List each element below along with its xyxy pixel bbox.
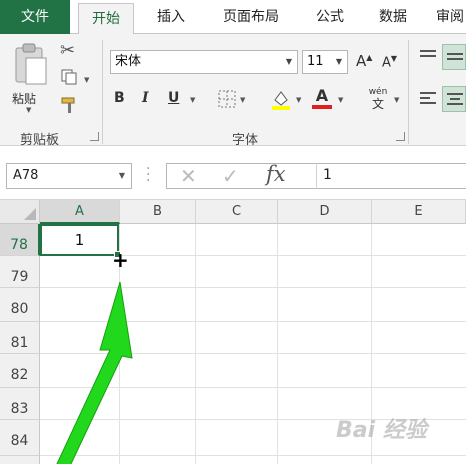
grow-font-button[interactable]: A▲ <box>356 52 372 70</box>
align-center-icon[interactable] <box>442 86 466 112</box>
paste-label: 粘贴 <box>12 92 37 106</box>
tab-review[interactable]: 审阅 <box>436 0 466 34</box>
tab-formulas[interactable]: 公式 <box>305 0 355 34</box>
chevron-down-icon[interactable]: ▼ <box>394 96 399 104</box>
format-painter-icon[interactable] <box>60 96 80 118</box>
phonetic-sub-label: 文 <box>371 97 384 111</box>
chevron-down-icon: ▼ <box>285 57 293 66</box>
ribbon-tab-bar: 文件 开始 插入 页面布局 公式 数据 审阅 <box>0 0 466 35</box>
enter-icon[interactable]: ✓ <box>222 164 239 188</box>
chevron-down-icon: ▼ <box>118 171 125 180</box>
formula-bar: A78 ▼ · · · ✕ ✓ fx 1 <box>0 146 466 200</box>
tab-data[interactable]: 数据 <box>368 0 418 34</box>
phonetic-guide-button[interactable]: wén 文 <box>366 86 390 110</box>
font-size-dropdown[interactable]: 11 ▼ <box>302 50 348 74</box>
align-top-icon[interactable] <box>418 48 438 70</box>
chevron-down-icon[interactable]: ▼ <box>240 96 245 104</box>
border-icon[interactable] <box>218 90 236 112</box>
bold-button[interactable]: B <box>114 90 125 106</box>
tab-home[interactable]: 开始 <box>78 3 134 35</box>
chevron-down-icon[interactable]: ▼ <box>84 76 89 84</box>
cancel-icon[interactable]: ✕ <box>180 164 197 188</box>
align-middle-icon[interactable] <box>442 44 466 70</box>
tab-insert[interactable]: 插入 <box>146 0 196 34</box>
insert-function-icon[interactable]: fx <box>266 162 286 186</box>
italic-button[interactable]: I <box>142 90 149 106</box>
tab-file[interactable]: 文件 <box>0 0 70 34</box>
tab-page-layout[interactable]: 页面布局 <box>208 0 294 34</box>
font-name-dropdown[interactable]: 宋体 ▼ <box>110 50 298 74</box>
font-name-value: 宋体 <box>115 54 142 69</box>
name-box[interactable]: A78 ▼ <box>6 163 132 189</box>
fill-color-icon[interactable] <box>270 88 292 114</box>
clipboard-launcher-icon[interactable] <box>90 132 99 141</box>
underline-button[interactable]: U <box>168 90 179 106</box>
align-left-icon[interactable] <box>418 90 438 112</box>
cut-icon[interactable]: ✂ <box>60 40 75 61</box>
watermark-text: Bai 经验 <box>336 418 427 443</box>
font-launcher-icon[interactable] <box>396 132 405 141</box>
shrink-font-button[interactable]: A▼ <box>382 54 397 70</box>
font-size-value: 11 <box>307 54 324 69</box>
copy-icon[interactable] <box>60 68 78 90</box>
chevron-down-icon[interactable]: ▼ <box>338 96 343 104</box>
more-options-icon[interactable]: · · · <box>146 162 150 188</box>
paste-icon <box>15 43 47 85</box>
chevron-down-icon[interactable]: ▼ <box>190 96 195 104</box>
group-separator <box>408 40 409 144</box>
formula-input[interactable]: 1 <box>316 163 466 189</box>
chevron-down-icon: ▼ <box>335 57 343 66</box>
group-separator <box>102 40 103 144</box>
name-box-value: A78 <box>13 168 39 183</box>
ribbon-home-panel: 粘贴 ▼ ✂ ▼ 剪贴板 宋体 ▼ 11 ▼ A▲ A▼ B I U ▼ ▼ ▼… <box>0 34 466 148</box>
chevron-down-icon: ▼ <box>26 106 32 114</box>
paste-button[interactable]: 粘贴 ▼ <box>8 40 52 114</box>
chevron-down-icon[interactable]: ▼ <box>296 96 301 104</box>
font-color-icon[interactable]: A <box>312 86 332 109</box>
